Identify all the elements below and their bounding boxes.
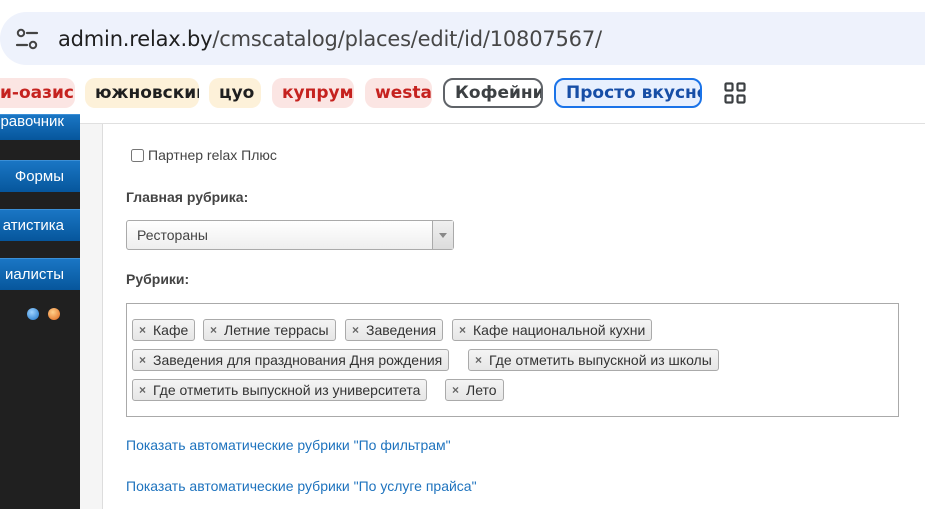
- bookmark-chip[interactable]: Кофейни: [443, 78, 543, 108]
- bookmark-chip[interactable]: южновский: [85, 78, 199, 108]
- rubric-tag: × Где отметить выпускной из университета: [132, 379, 428, 401]
- bookmark-chip[interactable]: цуо: [209, 78, 261, 108]
- rubric-tag-label: Заведения для празднования Дня рождения: [153, 352, 443, 368]
- rubric-tag-label: Кафе национальной кухни: [473, 322, 646, 338]
- rubric-tag-label: Заведения: [366, 322, 437, 338]
- rubric-tag-label: Где отметить выпускной из школы: [489, 352, 712, 368]
- main-rubric-value: Рестораны: [137, 227, 208, 243]
- show-price-rubrics-link[interactable]: Показать автоматические рубрики "По услу…: [126, 478, 477, 494]
- rubric-tag-label: Кафе: [153, 322, 189, 338]
- main-rubric-select[interactable]: Рестораны: [126, 220, 454, 250]
- bookmark-chip[interactable]: westa: [365, 78, 432, 108]
- remove-tag-icon[interactable]: ×: [139, 320, 146, 340]
- rubric-tag: × Где отметить выпускной из школы: [468, 349, 719, 371]
- url-path: /cmscatalog/places/edit/id/10807567/: [212, 27, 602, 51]
- bookmark-chip[interactable]: Просто вкусно: [554, 78, 702, 108]
- rubric-tag: × Заведения: [345, 319, 444, 341]
- remove-tag-icon[interactable]: ×: [210, 320, 217, 340]
- sidebar-item-statistics[interactable]: атистика: [0, 209, 80, 241]
- remove-tag-icon[interactable]: ×: [452, 380, 459, 400]
- remove-tag-icon[interactable]: ×: [475, 350, 482, 370]
- globe-icon[interactable]: [27, 308, 39, 320]
- partner-label: Партнер relax Плюс: [148, 147, 277, 163]
- url-text[interactable]: admin.relax.by/cmscatalog/places/edit/id…: [58, 26, 602, 52]
- address-bar[interactable]: admin.relax.by/cmscatalog/places/edit/id…: [0, 12, 925, 65]
- rubric-tag-label: Лето: [466, 382, 497, 398]
- rubric-tag: × Летние террасы: [203, 319, 336, 341]
- rubric-tag: × Кафе: [132, 319, 196, 341]
- rubric-tag: × Кафе национальной кухни: [452, 319, 653, 341]
- bookmarks-bar: и-оазис южновский цуо купрум westa Кофей…: [0, 78, 925, 110]
- partner-field[interactable]: Партнер relax Плюс: [131, 147, 277, 163]
- bookmark-chip[interactable]: и-оазис: [0, 78, 75, 108]
- bookmark-chip[interactable]: купрум: [272, 78, 354, 108]
- rubrics-multiselect[interactable]: × Кафе × Летние террасы × Заведения × Кафе н…: [126, 303, 899, 417]
- sidebar-item-specialists[interactable]: иалисты: [0, 258, 80, 290]
- site-settings-icon[interactable]: [14, 26, 40, 52]
- sidebar-item-directory[interactable]: равочник: [0, 114, 80, 140]
- status-icon[interactable]: [48, 308, 60, 320]
- partner-checkbox[interactable]: [131, 148, 144, 162]
- remove-tag-icon[interactable]: ×: [139, 380, 146, 400]
- remove-tag-icon[interactable]: ×: [459, 320, 466, 340]
- sidebar-gutter: [80, 124, 103, 509]
- rubric-tag-label: Летние террасы: [224, 322, 329, 338]
- remove-tag-icon[interactable]: ×: [352, 320, 359, 340]
- rubric-tag: × Заведения для празднования Дня рождения: [132, 349, 450, 371]
- remove-tag-icon[interactable]: ×: [139, 350, 146, 370]
- show-filter-rubrics-link[interactable]: Показать автоматические рубрики "По филь…: [126, 437, 451, 453]
- admin-sidebar: равочник Формы атистика иалисты: [0, 114, 80, 509]
- apps-grid-icon[interactable]: [724, 82, 746, 104]
- rubrics-label: Рубрики:: [126, 271, 190, 287]
- sidebar-item-forms[interactable]: Формы: [0, 160, 80, 192]
- rubric-tag: × Лето: [445, 379, 504, 401]
- url-host: admin.relax.by: [58, 27, 213, 51]
- chevron-down-icon[interactable]: [432, 221, 453, 249]
- edit-form: Партнер relax Плюс Главная рубрика: Рест…: [103, 124, 925, 509]
- rubric-tag-label: Где отметить выпускной из университета: [153, 382, 421, 398]
- main-rubric-label: Главная рубрика:: [126, 189, 249, 205]
